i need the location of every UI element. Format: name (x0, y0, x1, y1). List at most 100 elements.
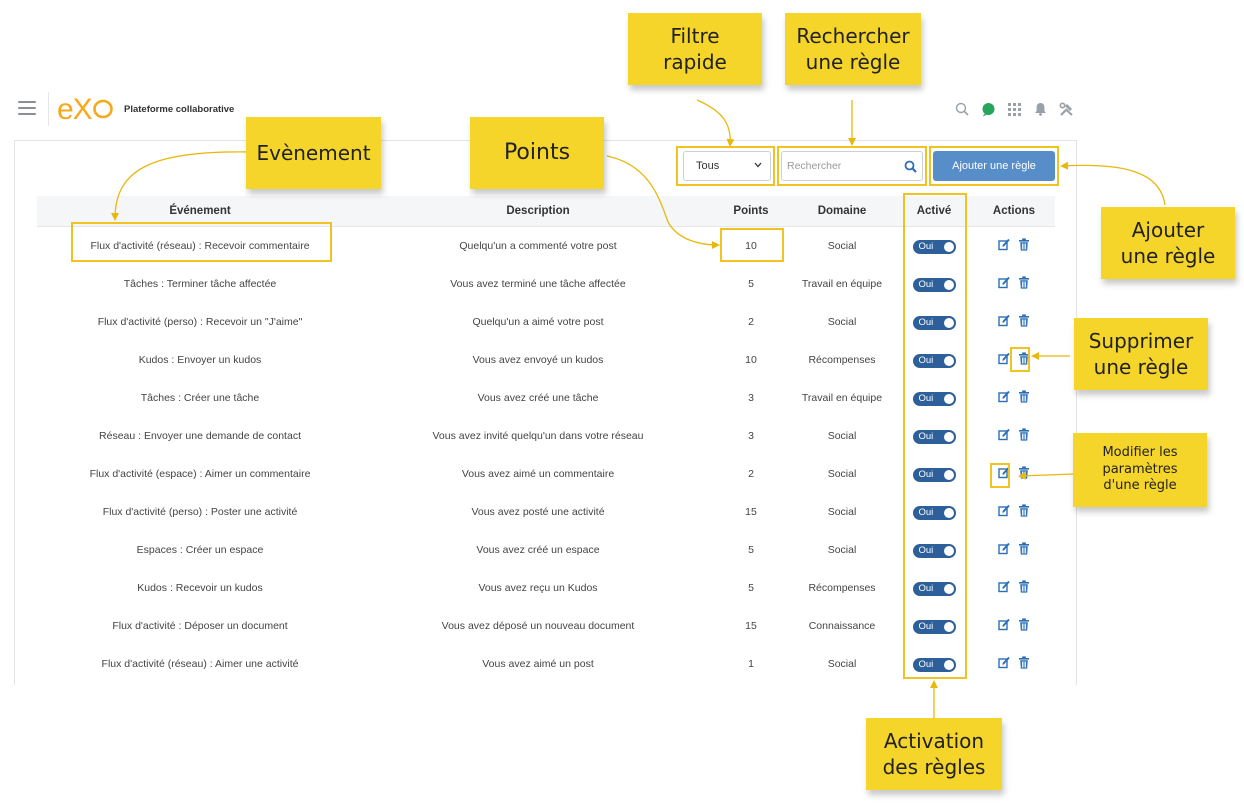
edit-icon[interactable] (998, 428, 1010, 441)
admin-tools-icon[interactable] (1058, 101, 1074, 117)
bell-icon[interactable] (1032, 101, 1048, 117)
edit-icon[interactable] (998, 238, 1010, 251)
description-cell: Quelqu'un a commenté votre post (459, 240, 617, 252)
trash-icon[interactable] (1018, 542, 1030, 555)
domain-cell: Social (827, 430, 857, 442)
trash-icon[interactable] (1018, 466, 1030, 479)
edit-icon[interactable] (998, 314, 1010, 327)
annotation-delete-line1: Supprimer (1088, 329, 1194, 353)
domain-cell: Social (827, 240, 857, 252)
column-header-domain[interactable]: Domaine (789, 196, 895, 227)
trash-icon[interactable] (1018, 504, 1030, 517)
description-cell: Vous avez créé une tâche (477, 392, 599, 404)
column-header-points[interactable]: Points (713, 196, 789, 227)
row-actions (998, 656, 1030, 669)
active-column-highlight (903, 193, 967, 679)
actions-cell (973, 455, 1055, 493)
domain-cell: Récompenses (808, 582, 876, 594)
annotation-edit-line1: Modifier les (1102, 444, 1178, 460)
trash-icon[interactable] (1018, 580, 1030, 593)
trash-icon[interactable] (1018, 238, 1030, 251)
annotation-search-rule: Rechercher une règle (785, 13, 921, 85)
row-actions (998, 390, 1030, 403)
description-cell: Vous avez aimé un post (482, 658, 594, 670)
description-cell: Vous avez posté une activité (471, 506, 605, 518)
row-actions (998, 276, 1030, 289)
edit-icon[interactable] (998, 656, 1010, 669)
trash-icon[interactable] (1018, 618, 1030, 631)
annotation-activation-line2: des règles (882, 755, 986, 779)
annotation-edit-line2: paramètres (1102, 461, 1178, 477)
description-cell: Vous avez terminé une tâche affectée (450, 278, 626, 290)
points-cell: 15 (745, 506, 757, 518)
annotation-activation: Activation des règles (866, 718, 1002, 790)
trash-icon[interactable] (1018, 656, 1030, 669)
app-title: Plateforme collaborative (124, 104, 235, 115)
domain-cell: Social (827, 506, 857, 518)
search-icon[interactable] (954, 101, 970, 117)
description-cell: Quelqu'un a aimé votre post (472, 316, 604, 328)
event-cell: Espaces : Créer un espace (136, 544, 264, 556)
annotation-search-line1: Rechercher (796, 24, 910, 48)
domain-cell: Connaissance (808, 620, 876, 632)
actions-cell (973, 303, 1055, 341)
column-header-actions: Actions (992, 205, 1036, 217)
annotation-quick-filter-line2: rapide (663, 50, 727, 74)
annotation-add-line1: Ajouter (1131, 218, 1205, 242)
domain-cell: Social (827, 316, 857, 328)
edit-icon[interactable] (998, 390, 1010, 403)
event-cell-highlight (71, 222, 332, 262)
edit-icon-highlight (990, 463, 1010, 488)
points-cell: 15 (745, 620, 757, 632)
edit-icon[interactable] (998, 504, 1010, 517)
annotation-activation-line1: Activation (883, 729, 985, 753)
event-cell: Tâches : Créer une tâche (140, 392, 260, 404)
domain-cell: Social (827, 468, 857, 480)
edit-icon[interactable] (998, 580, 1010, 593)
actions-cell (973, 645, 1055, 683)
column-header-description[interactable]: Description (363, 196, 713, 227)
svg-text:eX: eX (57, 93, 93, 124)
description-cell: Vous avez créé un espace (476, 544, 600, 556)
actions-cell (973, 493, 1055, 531)
row-actions (998, 314, 1030, 327)
annotation-quick-filter-line1: Filtre (670, 24, 720, 48)
trash-icon[interactable] (1018, 276, 1030, 289)
annotation-points: Points (470, 117, 604, 189)
annotation-delete-line2: une règle (1093, 355, 1189, 379)
description-cell: Vous avez reçu un Kudos (478, 582, 598, 594)
search-highlight (777, 146, 927, 186)
event-cell: Flux d'activité (espace) : Aimer un comm… (89, 468, 311, 480)
points-cell: 3 (748, 392, 754, 404)
row-actions (998, 618, 1030, 631)
edit-icon[interactable] (998, 276, 1010, 289)
actions-cell (973, 569, 1055, 607)
event-cell: Kudos : Recevoir un kudos (137, 582, 263, 594)
annotation-event: Evènement (246, 117, 381, 189)
annotation-search-line2: une règle (805, 50, 901, 74)
description-cell: Vous avez aimé un commentaire (461, 468, 615, 480)
annotation-edit-line3: d'une règle (1103, 478, 1177, 494)
edit-icon[interactable] (998, 352, 1010, 365)
annotation-event-line1: Evènement (256, 141, 371, 165)
annotation-add-rule: Ajouter une règle (1101, 207, 1235, 279)
hamburger-menu-icon[interactable] (18, 101, 36, 115)
event-cell: Flux d'activité : Déposer un document (112, 620, 288, 632)
topbar-icons (954, 101, 1074, 117)
chat-icon[interactable] (980, 101, 996, 117)
edit-icon[interactable] (998, 618, 1010, 631)
trash-icon[interactable] (1018, 390, 1030, 403)
domain-cell: Social (827, 658, 857, 670)
description-cell: Vous avez invité quelqu'un dans votre ré… (432, 430, 644, 442)
annotation-quick-filter: Filtre rapide (628, 13, 762, 85)
edit-icon[interactable] (998, 542, 1010, 555)
points-cell: 2 (748, 468, 754, 480)
exo-logo[interactable]: eX (57, 92, 113, 124)
annotation-edit-rule: Modifier les paramètres d'une règle (1073, 433, 1207, 507)
trash-icon[interactable] (1018, 428, 1030, 441)
apps-grid-icon[interactable] (1006, 101, 1022, 117)
trash-icon[interactable] (1018, 314, 1030, 327)
add-button-highlight (929, 146, 1059, 186)
points-cell-highlight (720, 228, 784, 262)
event-cell: Flux d'activité (réseau) : Aimer une act… (101, 658, 299, 670)
